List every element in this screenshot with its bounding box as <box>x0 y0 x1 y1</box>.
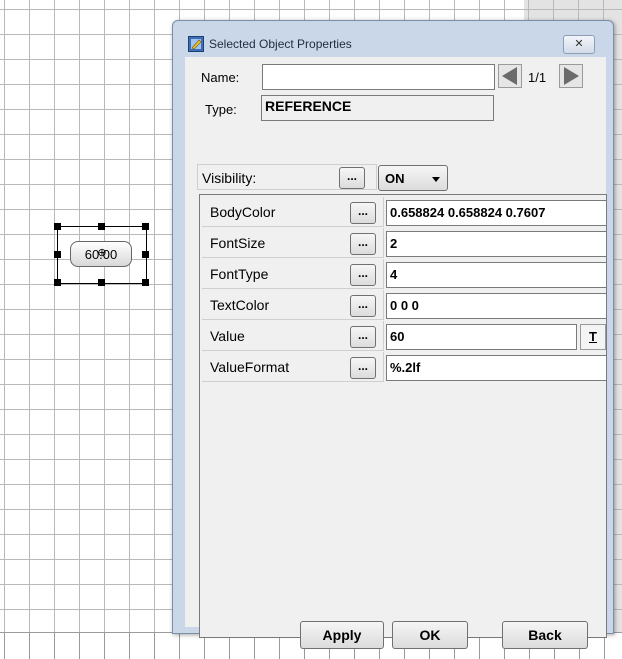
dialog-titlebar[interactable]: Selected Object Properties ✕ <box>173 21 613 54</box>
page-indicator: 1/1 <box>528 70 547 85</box>
resize-handle-ne[interactable] <box>142 223 149 230</box>
property-dots-button[interactable]: ... <box>350 326 376 348</box>
visibility-label: Visibility: <box>202 170 257 186</box>
property-row-value: Value ... 60 T <box>202 321 606 352</box>
visibility-selected-value: ON <box>385 171 405 186</box>
properties-grid: BodyColor ... 0.658824 0.658824 0.7607 F… <box>199 194 607 638</box>
ok-button[interactable]: OK <box>392 621 468 649</box>
property-dots-button[interactable]: ... <box>350 295 376 317</box>
property-value-input[interactable]: %.2lf <box>386 355 607 381</box>
property-row-textcolor: TextColor ... 0 0 0 <box>202 290 607 321</box>
close-button[interactable]: ✕ <box>563 35 595 54</box>
property-dots-button[interactable]: ... <box>350 357 376 379</box>
property-dots-button[interactable]: ... <box>350 233 376 255</box>
type-value: REFERENCE <box>261 95 494 121</box>
property-value-input[interactable]: 2 <box>386 231 607 257</box>
back-button[interactable]: Back <box>502 621 588 649</box>
selected-object-properties-dialog: Selected Object Properties ✕ Name: 1/1 T… <box>172 20 614 649</box>
property-value-input[interactable]: 0 0 0 <box>386 293 607 319</box>
visibility-select[interactable]: ON <box>378 165 448 191</box>
pencil-app-icon <box>188 36 204 52</box>
type-label: Type: <box>205 102 237 117</box>
resize-handle-w[interactable] <box>54 251 61 258</box>
apply-button[interactable]: Apply <box>300 621 384 649</box>
name-input[interactable] <box>262 64 495 90</box>
next-arrow-icon[interactable] <box>559 64 583 88</box>
name-label: Name: <box>201 70 240 85</box>
property-dots-button[interactable]: ... <box>350 264 376 286</box>
chevron-down-icon <box>432 177 440 182</box>
property-value-input[interactable]: 0.658824 0.658824 0.7607 <box>386 200 607 226</box>
property-row-valueformat: ValueFormat ... %.2lf <box>202 352 607 383</box>
property-row-fontsize: FontSize ... 2 <box>202 228 607 259</box>
property-value-input[interactable]: 4 <box>386 262 607 288</box>
dialog-client-area: Name: 1/1 Type: REFERENCE Visibility: ..… <box>185 57 607 649</box>
resize-handle-nw[interactable] <box>54 223 61 230</box>
property-row-fonttype: FontType ... 4 <box>202 259 607 290</box>
previous-arrow-icon[interactable] <box>498 64 522 88</box>
property-value-input[interactable]: 60 <box>386 324 577 350</box>
property-row-bodycolor: BodyColor ... 0.658824 0.658824 0.7607 <box>202 197 607 228</box>
resize-handle-sw[interactable] <box>54 279 61 286</box>
text-toggle-button[interactable]: T <box>580 324 606 350</box>
selected-canvas-widget[interactable]: 60.00 ⊕ <box>54 223 149 286</box>
visibility-dots-button[interactable]: ... <box>339 167 365 189</box>
resize-handle-n[interactable] <box>98 223 105 230</box>
resize-handle-s[interactable] <box>98 279 105 286</box>
resize-handle-e[interactable] <box>142 251 149 258</box>
resize-handle-se[interactable] <box>142 279 149 286</box>
close-icon: ✕ <box>574 38 584 50</box>
dialog-title: Selected Object Properties <box>209 37 352 51</box>
property-dots-button[interactable]: ... <box>350 202 376 224</box>
move-crosshair-icon[interactable]: ⊕ <box>97 248 107 259</box>
